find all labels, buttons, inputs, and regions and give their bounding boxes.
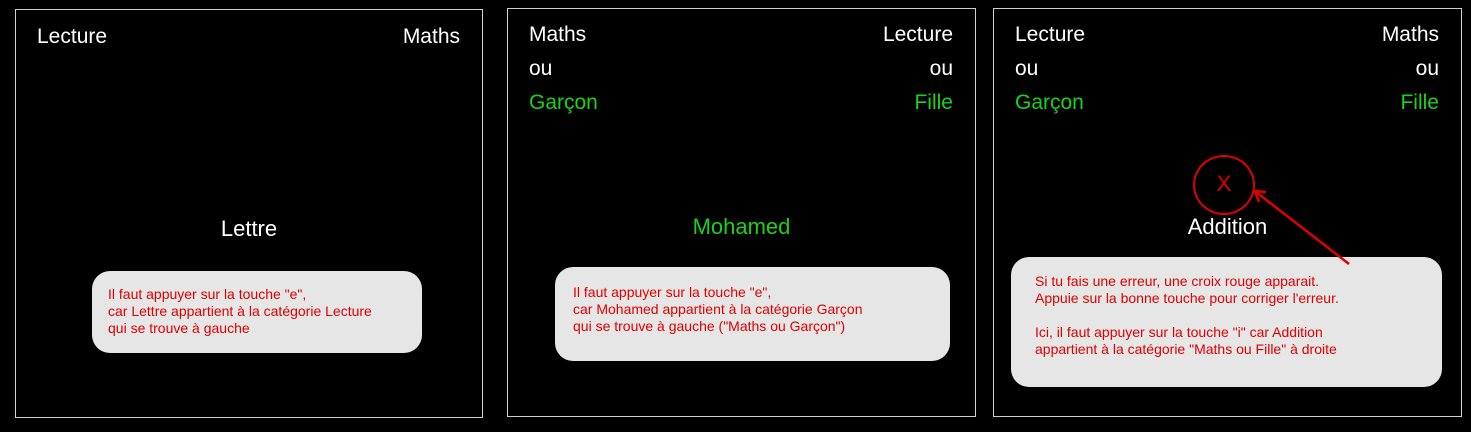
instruction-line: Il faut appuyer sur la touche "e", (573, 284, 772, 300)
left-or-label: ou (1015, 57, 1039, 80)
left-category-label: Lecture (37, 25, 108, 48)
stimulus-word: Addition (1187, 214, 1268, 239)
stimulus-word: Mohamed (692, 214, 791, 239)
instruction-line: Ici, il faut appuyer sur la touche "i" c… (1035, 324, 1323, 340)
instruction-line: car Lettre appartient à la catégorie Lec… (108, 303, 372, 319)
right-attribute-label: Fille (914, 91, 953, 114)
right-category-label: Lecture (882, 23, 953, 46)
left-category-label: Maths (529, 23, 587, 46)
right-or-label: ou (1415, 57, 1439, 80)
panel-example-1: Lecture Maths Lettre Il faut appuyer sur… (15, 9, 483, 418)
instruction-line: Il faut appuyer sur la touche "e", (108, 286, 307, 302)
instruction-bubble: Il faut appuyer sur la touche "e", car L… (92, 271, 422, 353)
right-category-label: Maths (402, 25, 460, 48)
instruction-bubble: Si tu fais une erreur, une croix rouge a… (1011, 257, 1442, 387)
left-category-label: Lecture (1015, 23, 1086, 46)
instruction-line: qui se trouve à gauche ("Maths ou Garçon… (573, 318, 846, 334)
stimulus-word: Lettre (220, 216, 278, 241)
instruction-line: Si tu fais une erreur, une croix rouge a… (1035, 273, 1320, 289)
error-cross-icon: X (1216, 171, 1232, 196)
instruction-line: car Mohamed appartient à la catégorie Ga… (573, 301, 863, 317)
panel-example-2: Maths Lecture ou ou Garçon Fille Mohamed… (507, 8, 976, 417)
arrow-head (1253, 189, 1267, 203)
instruction-line: appartient à la catégorie "Maths ou Fill… (1035, 341, 1337, 357)
right-attribute-label: Fille (1400, 91, 1439, 114)
panel-example-3: Lecture Maths ou ou Garçon Fille X Addit… (993, 8, 1462, 417)
left-attribute-label: Garçon (1015, 91, 1084, 114)
right-or-label: ou (929, 57, 953, 80)
instruction-blank-line (1035, 307, 1339, 324)
left-attribute-label: Garçon (529, 91, 598, 114)
instruction-bubble: Il faut appuyer sur la touche "e", car M… (555, 267, 950, 361)
instruction-line: qui se trouve à gauche (108, 320, 250, 336)
instruction-line: Appuie sur la bonne touche pour corriger… (1035, 290, 1339, 306)
left-or-label: ou (529, 57, 553, 80)
right-category-label: Maths (1381, 23, 1439, 46)
